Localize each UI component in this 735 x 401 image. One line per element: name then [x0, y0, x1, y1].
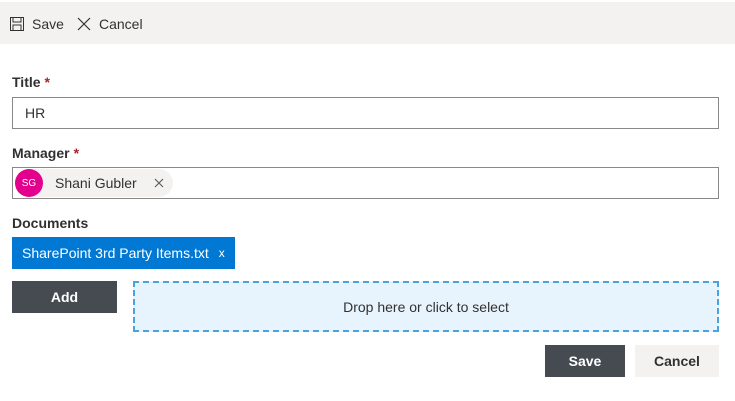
documents-label: Documents [12, 215, 88, 231]
dropzone-text: Drop here or click to select [343, 298, 509, 315]
persona-name: Shani Gubler [55, 175, 137, 191]
title-label: Title * [12, 74, 50, 90]
file-dropzone[interactable]: Drop here or click to select [133, 281, 719, 332]
title-input[interactable] [12, 97, 719, 129]
manager-label-text: Manager [12, 145, 70, 161]
required-mark: * [44, 74, 50, 90]
manager-persona: SG Shani Gubler [15, 169, 173, 197]
document-file-name: SharePoint 3rd Party Items.txt [22, 245, 209, 261]
required-mark: * [73, 145, 80, 161]
close-icon [77, 17, 91, 31]
title-label-text: Title [12, 74, 41, 90]
avatar: SG [15, 169, 43, 197]
remove-person-button[interactable] [151, 175, 167, 191]
save-button[interactable]: Save [545, 345, 625, 377]
save-icon [10, 17, 24, 31]
command-save-label: Save [32, 16, 64, 32]
command-cancel-button[interactable]: Cancel [77, 2, 143, 46]
add-document-button[interactable]: Add [12, 281, 117, 313]
remove-document-button[interactable]: x [219, 246, 225, 260]
command-cancel-label: Cancel [99, 16, 143, 32]
command-save-button[interactable]: Save [10, 2, 64, 46]
document-file-chip: SharePoint 3rd Party Items.txt x [12, 237, 235, 269]
cancel-button[interactable]: Cancel [635, 345, 719, 377]
command-bar: Save Cancel [0, 0, 735, 44]
close-icon [154, 178, 164, 188]
manager-people-picker[interactable]: SG Shani Gubler [12, 167, 719, 199]
manager-label: Manager * [12, 145, 79, 161]
documents-label-text: Documents [12, 215, 89, 231]
